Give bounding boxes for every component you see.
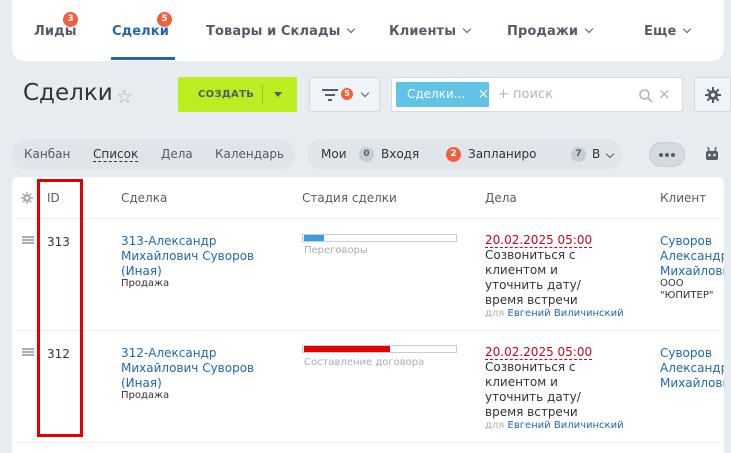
more-dot bbox=[659, 153, 663, 157]
nav-more-label: Еще bbox=[644, 24, 677, 39]
chevron-down-icon bbox=[462, 24, 472, 34]
activity-responsible: для Евгений Виличинский bbox=[485, 420, 624, 431]
client-name-line[interactable]: Михайлови bbox=[660, 264, 724, 279]
chevron-down-icon bbox=[605, 149, 615, 159]
deal-title-link[interactable]: 313-Александр Михайлович Суворов (Иная) bbox=[121, 234, 281, 279]
active-tab-indicator bbox=[111, 57, 175, 60]
more-options-button[interactable] bbox=[649, 142, 685, 167]
activity-deadline[interactable]: 20.02.2025 05:00 bbox=[485, 346, 593, 360]
stage-progress-fill bbox=[304, 235, 324, 241]
view-calendar[interactable]: Календарь bbox=[215, 147, 284, 161]
chevron-down-icon bbox=[347, 24, 356, 34]
nav-item-sales[interactable]: Продажи bbox=[507, 24, 594, 39]
filter-count-badge: 5 bbox=[341, 88, 353, 100]
client-name-line[interactable]: Суворов bbox=[660, 346, 712, 361]
activity-person-link[interactable]: Евгений Виличинский bbox=[508, 308, 624, 319]
counters-bar: Мои 0 Входя 2 Запланиро 7 В bbox=[307, 139, 622, 170]
clear-search-icon[interactable]: × bbox=[658, 85, 671, 103]
nav-sales-label: Продажи bbox=[507, 24, 579, 39]
column-header-stage[interactable]: Стадия сделки bbox=[302, 191, 397, 205]
filter-preset-label: Сделки... bbox=[407, 87, 466, 101]
client-company: ООО bbox=[660, 278, 684, 289]
deals-table: ID Сделка Стадия сделки Дела Клиент 313 … bbox=[12, 177, 724, 453]
leads-count-badge: 3 bbox=[63, 12, 78, 27]
nav-item-clients[interactable]: Клиенты bbox=[389, 24, 472, 39]
stage-progress-fill bbox=[304, 346, 390, 352]
chevron-down-icon bbox=[683, 24, 692, 34]
activity-subject[interactable]: Созвониться с клиентом и уточнить дату/в… bbox=[485, 360, 600, 420]
more-dot bbox=[665, 153, 669, 157]
nav-products-label: Товары и Склады bbox=[206, 24, 341, 39]
gear-icon bbox=[705, 87, 721, 103]
counter-planned-badge: 2 bbox=[446, 147, 461, 162]
deal-title-link[interactable]: 312-Александр Михайлович Суворов (Иная) bbox=[121, 346, 281, 391]
filter-preset-chip[interactable]: Сделки... × bbox=[396, 82, 489, 107]
more-dot bbox=[671, 153, 675, 157]
counter-planned-label[interactable]: Запланиро bbox=[468, 147, 537, 161]
search-input[interactable]: + поиск bbox=[498, 87, 553, 102]
counter-incoming-badge: 0 bbox=[359, 147, 374, 162]
activity-deadline[interactable]: 20.02.2025 05:00 bbox=[485, 234, 593, 248]
stage-progress-bar[interactable] bbox=[302, 345, 457, 353]
deal-type: Продажа bbox=[121, 278, 170, 289]
column-header-activity[interactable]: Дела bbox=[485, 191, 517, 205]
table-settings-gear-icon[interactable] bbox=[21, 192, 33, 204]
search-icon[interactable] bbox=[639, 89, 653, 103]
chevron-down-icon bbox=[584, 24, 594, 34]
create-dropdown-arrow-icon[interactable] bbox=[274, 92, 282, 97]
activity-subject[interactable]: Созвониться с клиентом и уточнить дату/в… bbox=[485, 248, 600, 308]
nav-clients-label: Клиенты bbox=[389, 24, 457, 39]
view-list[interactable]: Список bbox=[93, 147, 139, 162]
counter-other-label[interactable]: В bbox=[592, 147, 600, 161]
deals-count-badge: 5 bbox=[157, 12, 172, 27]
drag-handle-icon[interactable] bbox=[22, 236, 34, 244]
client-name-line[interactable]: Михайлови bbox=[660, 376, 724, 391]
filter-button[interactable]: 5 bbox=[309, 77, 380, 112]
id-column-highlight bbox=[37, 179, 83, 437]
activity-person-link[interactable]: Евгений Виличинский bbox=[508, 420, 624, 431]
stage-label: Составление договора bbox=[304, 357, 425, 368]
favorite-star-icon[interactable]: ☆ bbox=[116, 86, 133, 108]
row-divider bbox=[12, 330, 724, 331]
filter-icon bbox=[322, 89, 338, 101]
activity-for-label: для bbox=[485, 420, 505, 431]
create-button[interactable]: СОЗДАТЬ bbox=[178, 77, 297, 112]
column-header-deal[interactable]: Сделка bbox=[121, 191, 167, 205]
counter-incoming-label[interactable]: Входя bbox=[381, 147, 419, 161]
create-button-label: СОЗДАТЬ bbox=[198, 89, 255, 100]
view-activities[interactable]: Дела bbox=[161, 147, 193, 161]
activity-responsible: для Евгений Виличинский bbox=[485, 308, 624, 319]
view-kanban[interactable]: Канбан bbox=[24, 147, 70, 161]
nav-item-products[interactable]: Товары и Склады bbox=[206, 24, 356, 39]
chevron-down-icon bbox=[360, 88, 370, 98]
nav-item-more[interactable]: Еще bbox=[644, 24, 692, 39]
search-box[interactable]: Сделки... × + поиск × bbox=[391, 77, 683, 112]
row-divider bbox=[12, 442, 724, 443]
robot-icon[interactable] bbox=[704, 147, 720, 161]
page-title: Сделки bbox=[23, 80, 113, 106]
deal-type: Продажа bbox=[121, 390, 170, 401]
top-navigation: Лиды 3 Сделки 5 Товары и Склады Клиенты … bbox=[12, 0, 724, 61]
column-header-client[interactable]: Клиент bbox=[660, 191, 706, 205]
client-company: "ЮПИТЕР" bbox=[660, 290, 714, 301]
client-name-line[interactable]: Александр bbox=[660, 249, 724, 264]
chip-close-icon[interactable]: × bbox=[478, 82, 489, 107]
counter-my-label[interactable]: Мои bbox=[321, 147, 347, 161]
client-name-line[interactable]: Суворов bbox=[660, 234, 712, 249]
activity-for-label: для bbox=[485, 308, 505, 319]
counter-other-badge: 7 bbox=[571, 147, 586, 162]
settings-button[interactable] bbox=[694, 77, 731, 112]
create-button-divider bbox=[262, 85, 263, 104]
client-name-line[interactable]: Александр bbox=[660, 361, 724, 376]
row-divider bbox=[12, 218, 724, 219]
stage-label: Переговоры bbox=[304, 245, 368, 256]
stage-progress-bar[interactable] bbox=[302, 234, 457, 242]
drag-handle-icon[interactable] bbox=[22, 348, 34, 356]
